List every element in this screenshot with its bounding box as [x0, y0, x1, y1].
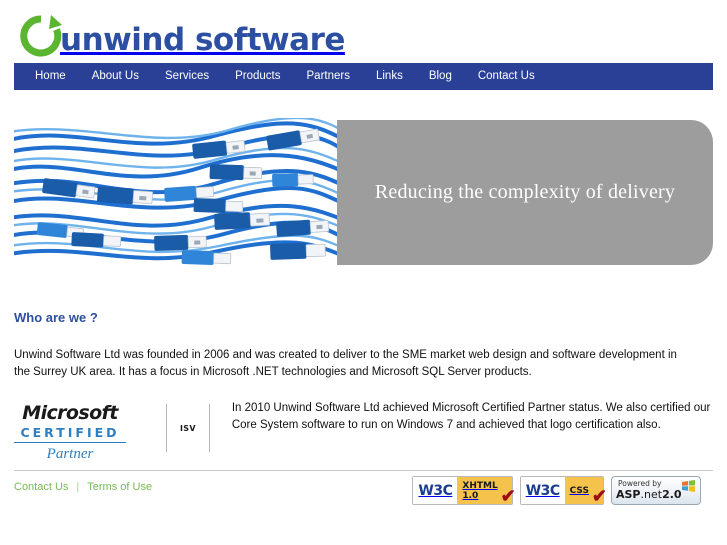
circular-arrow-icon [18, 13, 64, 59]
page-root: unwind software Home About Us Services P… [0, 0, 727, 545]
nav-item-home[interactable]: Home [35, 63, 66, 90]
asp-text: ASP [616, 488, 641, 501]
nav-item-about-us[interactable]: About Us [92, 63, 139, 90]
aspnet-label: ASP.net2.0 [616, 488, 682, 501]
w3c-css-label: CSS ✔ [564, 477, 607, 505]
site-header: unwind software [0, 0, 727, 62]
hero-banner: Reducing the complexity of delivery [14, 118, 713, 266]
w3c-xhtml-badge[interactable]: W3C XHTML 1.0 ✔ [412, 476, 516, 505]
nav-item-partners[interactable]: Partners [307, 63, 350, 90]
checkmark-icon: ✔ [500, 486, 516, 506]
intro-paragraph: Unwind Software Ltd was founded in 2006 … [14, 349, 677, 378]
footer-links: Contact Us | Terms of Use [14, 481, 152, 493]
nav-item-contact-us[interactable]: Contact Us [478, 63, 535, 90]
certification-block: Microsoft CERTIFIED Partner ISV In 2010 … [14, 400, 714, 463]
powered-by-label: Powered by [618, 479, 662, 488]
main-content: Who are we ? Unwind Software Ltd was fou… [14, 310, 704, 381]
badge-line-1: CSS [569, 485, 589, 496]
usb-cables-photo [14, 118, 344, 266]
site-logo[interactable]: unwind software [18, 8, 345, 60]
badge-line-1: XHTML [462, 480, 498, 491]
certified-label: CERTIFIED [14, 425, 126, 443]
logo-wordmark: unwind software [60, 22, 345, 58]
net-text: .net [640, 488, 663, 501]
page-title: Who are we ? [14, 310, 98, 325]
microsoft-wordmark: Microsoft [22, 402, 118, 424]
footer-badges: W3C XHTML 1.0 ✔ W3C CSS ✔ Powered by ASP… [412, 476, 701, 505]
nav-item-products[interactable]: Products [235, 63, 280, 90]
w3c-logo-icon: W3C [520, 477, 565, 504]
site-footer: Contact Us | Terms of Use W3C XHTML 1.0 … [14, 476, 713, 514]
aspnet-badge[interactable]: Powered by ASP.net2.0 [611, 476, 701, 505]
main-navigation[interactable]: Home About Us Services Products Partners… [14, 63, 713, 90]
checkmark-icon: ✔ [591, 486, 607, 506]
w3c-css-badge[interactable]: W3C CSS ✔ [519, 476, 607, 505]
hero-tagline: Reducing the complexity of delivery [374, 181, 676, 203]
footer-link-separator: | [76, 481, 80, 493]
w3c-xhtml-label: XHTML 1.0 ✔ [457, 477, 516, 505]
nav-item-blog[interactable]: Blog [429, 63, 452, 90]
footer-divider [14, 470, 713, 471]
version-text: 2.0 [662, 488, 682, 501]
hero-tagline-panel: Reducing the complexity of delivery [337, 120, 713, 265]
partner-label: Partner [46, 445, 94, 462]
w3c-logo-icon: W3C [413, 477, 458, 504]
microsoft-certified-partner-logo: Microsoft CERTIFIED Partner [14, 400, 166, 463]
footer-link-contact-us[interactable]: Contact Us [14, 481, 68, 493]
certification-paragraph: In 2010 Unwind Software Ltd achieved Mic… [231, 402, 711, 431]
badge-line-2: 1.0 [462, 490, 479, 501]
nav-item-services[interactable]: Services [165, 63, 209, 90]
footer-link-terms-of-use[interactable]: Terms of Use [87, 481, 152, 493]
nav-item-links[interactable]: Links [376, 63, 403, 90]
isv-competency: ISV [166, 400, 210, 456]
windows-flag-icon [682, 479, 695, 492]
isv-label: ISV [180, 423, 196, 433]
